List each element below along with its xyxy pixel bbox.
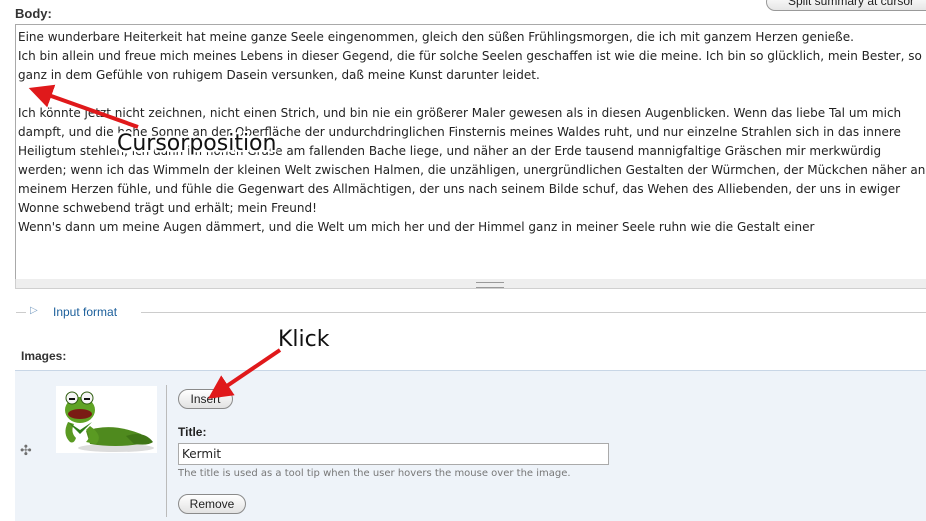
input-format-link[interactable]: Input format [53, 305, 117, 319]
fieldset-border [16, 312, 26, 313]
split-summary-button[interactable]: Split summary at cursor [766, 0, 926, 11]
images-label: Images: [21, 349, 67, 363]
cursor-position-annotation: Cursorposition [117, 131, 277, 156]
column-divider [166, 385, 167, 517]
title-input[interactable] [178, 443, 609, 465]
insert-button[interactable]: Insert [178, 389, 233, 409]
title-label: Title: [178, 425, 207, 439]
fieldset-border [141, 312, 926, 313]
collapse-triangle-icon[interactable]: ▷ [30, 305, 38, 316]
click-annotation: Klick [278, 327, 330, 352]
kermit-thumbnail [56, 386, 157, 453]
remove-button[interactable]: Remove [178, 494, 246, 514]
textarea-resize-grippie[interactable] [15, 279, 926, 289]
body-label: Body: [15, 6, 52, 21]
title-description: The title is used as a tool tip when the… [178, 468, 571, 479]
drag-handle-icon[interactable]: ✣ [20, 442, 32, 459]
grippie-handle-icon [476, 282, 504, 288]
